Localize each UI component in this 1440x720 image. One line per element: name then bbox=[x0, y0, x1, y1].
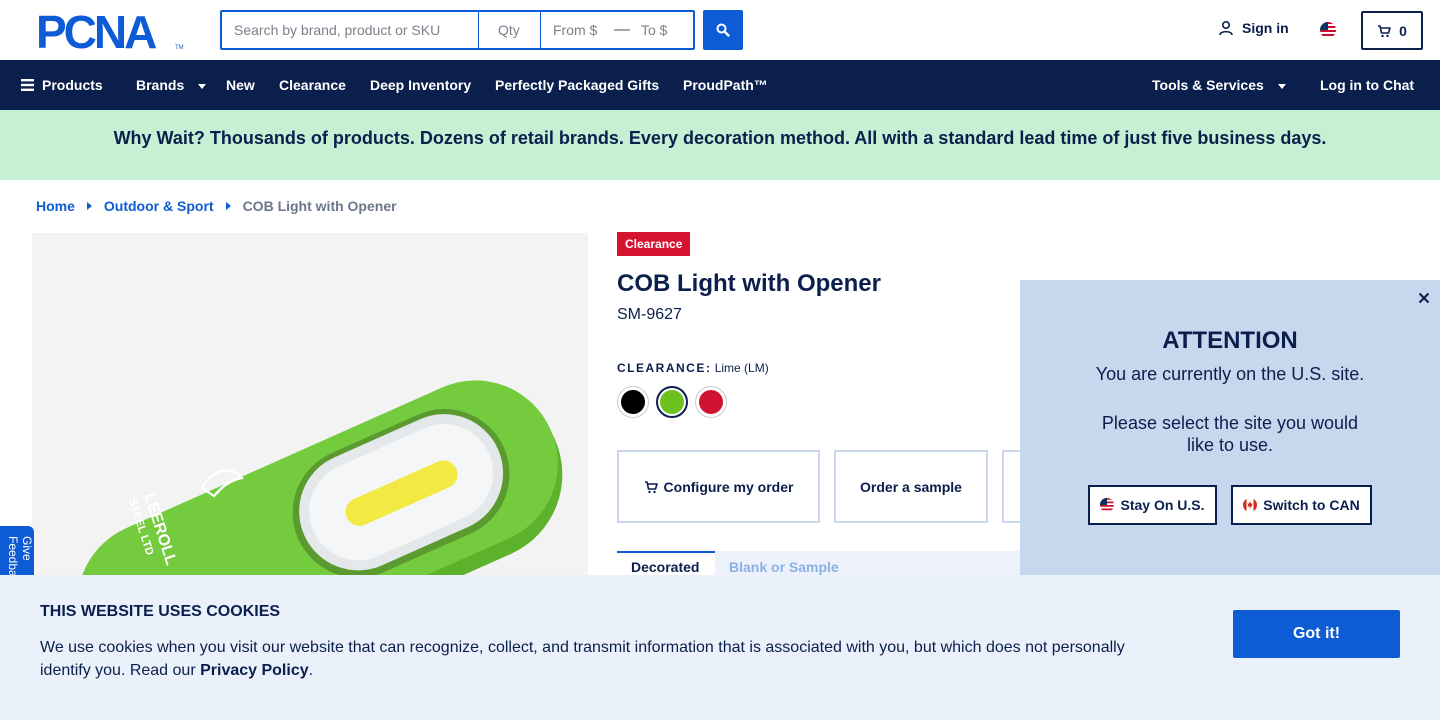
locale-modal-prompt: Please select the site you would like to… bbox=[1101, 413, 1359, 455]
cookie-accept-button[interactable]: Got it! bbox=[1233, 610, 1400, 658]
nav-products-label: Products bbox=[42, 77, 103, 93]
nav-new-label: New bbox=[226, 77, 255, 93]
breadcrumb: Home Outdoor & Sport COB Light with Open… bbox=[36, 198, 397, 214]
search-form: Search by brand, product or SKU Qty From… bbox=[220, 10, 695, 50]
nav-brands-label: Brands bbox=[136, 77, 185, 93]
nav-brands[interactable]: Brands bbox=[136, 60, 207, 110]
stay-on-us-label: Stay On U.S. bbox=[1120, 497, 1205, 513]
breadcrumb-home[interactable]: Home bbox=[36, 198, 75, 214]
product-image[interactable]: LEEROLL STEEL LTD bbox=[32, 233, 588, 575]
main-nav: Products Brands New Clearance Deep Inven… bbox=[0, 60, 1440, 110]
color-selection-label: CLEARANCE: Lime (LM) bbox=[617, 361, 769, 375]
nav-chat-login[interactable]: Log in to Chat bbox=[1320, 60, 1414, 110]
site-header: PCNA TM Search by brand, product or SKU … bbox=[0, 0, 1440, 60]
price-to-input[interactable]: To $ bbox=[633, 12, 693, 48]
switch-to-can-label: Switch to CAN bbox=[1263, 497, 1360, 513]
tab-decorated-label: Decorated bbox=[631, 559, 700, 575]
price-from-input[interactable]: From $ bbox=[541, 12, 611, 48]
swatch-dot bbox=[621, 390, 645, 414]
logo-text: PCNA bbox=[36, 11, 156, 51]
breadcrumb-arrow-icon bbox=[86, 202, 92, 210]
nav-deep-inventory[interactable]: Deep Inventory bbox=[370, 60, 471, 110]
swatch-dot bbox=[699, 390, 723, 414]
chevron-down-icon bbox=[198, 83, 207, 89]
cookie-heading: THIS WEBSITE USES COOKIES bbox=[40, 603, 281, 620]
color-label-key: CLEARANCE: bbox=[617, 361, 712, 375]
nav-new[interactable]: New bbox=[226, 60, 255, 110]
color-swatch-black[interactable] bbox=[617, 386, 649, 418]
pcna-logo[interactable]: PCNA TM bbox=[36, 6, 186, 58]
feedback-tab-label: Give Feedback bbox=[6, 536, 34, 578]
us-flag-icon bbox=[1100, 498, 1115, 512]
order-sample-button[interactable]: Order a sample bbox=[834, 450, 988, 523]
breadcrumb-arrow-icon bbox=[225, 202, 231, 210]
site-locale-modal: ATTENTION You are currently on the U.S. … bbox=[1020, 280, 1440, 576]
nav-proudpath-label: ProudPath™ bbox=[683, 77, 768, 93]
canada-flag-icon bbox=[1243, 498, 1258, 512]
user-icon bbox=[1219, 20, 1233, 36]
cart-button[interactable]: 0 bbox=[1361, 11, 1423, 50]
nav-tools-label: Tools & Services bbox=[1152, 77, 1264, 93]
nav-gifts[interactable]: Perfectly Packaged Gifts bbox=[495, 60, 659, 110]
sign-in-label: Sign in bbox=[1242, 20, 1289, 36]
configure-order-button[interactable]: Configure my order bbox=[617, 450, 820, 523]
product-title: COB Light with Opener bbox=[617, 270, 881, 297]
breadcrumb-current: COB Light with Opener bbox=[242, 198, 397, 214]
product-sku: SM-9627 bbox=[617, 306, 682, 323]
switch-to-can-button[interactable]: Switch to CAN bbox=[1231, 485, 1372, 525]
nav-tools-services[interactable]: Tools & Services bbox=[1152, 60, 1286, 110]
promo-banner: Why Wait? Thousands of products. Dozens … bbox=[0, 110, 1440, 180]
search-input[interactable]: Search by brand, product or SKU bbox=[222, 12, 479, 48]
cookie-text: We use cookies when you visit our websit… bbox=[40, 636, 1150, 682]
nav-chat-label: Log in to Chat bbox=[1320, 77, 1415, 93]
cookie-banner: THIS WEBSITE USES COOKIES We use cookies… bbox=[0, 575, 1440, 720]
color-swatch-lime[interactable] bbox=[656, 386, 688, 418]
nav-products[interactable]: Products bbox=[21, 60, 103, 110]
quantity-input[interactable]: Qty bbox=[479, 12, 541, 48]
order-sample-label: Order a sample bbox=[860, 478, 962, 495]
cart-icon bbox=[1378, 24, 1391, 37]
search-icon bbox=[716, 23, 730, 37]
nav-deep-inventory-label: Deep Inventory bbox=[370, 77, 472, 93]
locale-modal-current-site: You are currently on the U.S. site. bbox=[1095, 364, 1365, 384]
menu-icon bbox=[21, 79, 34, 91]
give-feedback-tab[interactable]: Give Feedback bbox=[0, 526, 34, 578]
configure-order-label: Configure my order bbox=[663, 478, 794, 495]
search-button[interactable] bbox=[703, 10, 743, 50]
nav-clearance-label: Clearance bbox=[279, 77, 346, 93]
price-range-dash: — bbox=[614, 21, 630, 38]
cookie-text-end: . bbox=[308, 662, 314, 679]
tab-decorated[interactable]: Decorated bbox=[617, 551, 715, 575]
clearance-badge-label: Clearance bbox=[625, 237, 683, 251]
us-flag-icon[interactable] bbox=[1320, 22, 1336, 38]
color-swatch-red[interactable] bbox=[695, 386, 727, 418]
privacy-policy-link[interactable]: Privacy Policy bbox=[200, 662, 309, 679]
chevron-down-icon bbox=[1277, 83, 1286, 89]
promo-text: Why Wait? Thousands of products. Dozens … bbox=[113, 127, 1327, 148]
close-icon[interactable] bbox=[1418, 288, 1430, 309]
tab-blank-sample-label: Blank or Sample bbox=[729, 559, 839, 575]
nav-proudpath[interactable]: ProudPath™ bbox=[683, 60, 768, 110]
color-label-value: Lime (LM) bbox=[714, 361, 769, 375]
nav-gifts-label: Perfectly Packaged Gifts bbox=[495, 77, 660, 93]
swatch-dot bbox=[660, 390, 684, 414]
cookie-accept-label: Got it! bbox=[1292, 625, 1341, 642]
nav-clearance[interactable]: Clearance bbox=[279, 60, 346, 110]
cart-icon bbox=[644, 480, 658, 493]
tab-blank-sample[interactable]: Blank or Sample bbox=[715, 551, 853, 575]
clearance-badge: Clearance bbox=[617, 232, 691, 256]
cart-count: 0 bbox=[1399, 22, 1407, 39]
locale-modal-heading: ATTENTION bbox=[1162, 327, 1298, 354]
pricing-tabs: Decorated Blank or Sample bbox=[617, 551, 1057, 575]
sign-in-link[interactable]: Sign in bbox=[1218, 20, 1289, 36]
stay-on-us-button[interactable]: Stay On U.S. bbox=[1088, 485, 1217, 525]
breadcrumb-category[interactable]: Outdoor & Sport bbox=[104, 198, 214, 214]
svg-text:TM: TM bbox=[175, 45, 184, 51]
